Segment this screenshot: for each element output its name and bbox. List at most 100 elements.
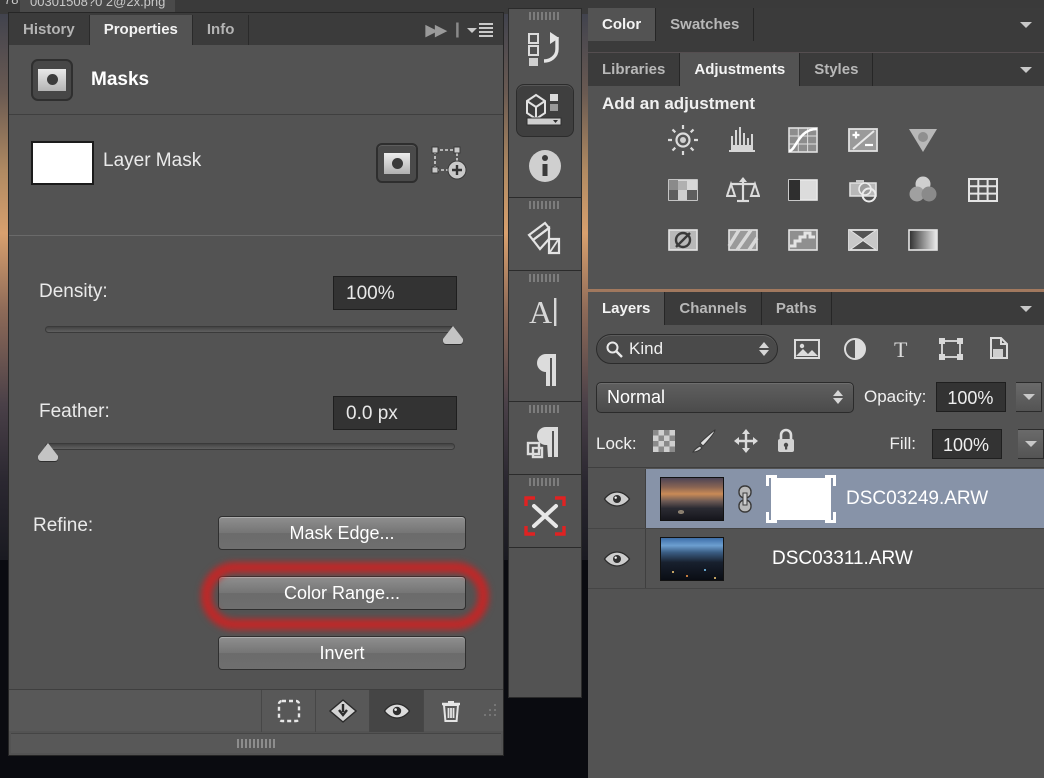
- invert-icon[interactable]: [664, 223, 702, 257]
- history-icon[interactable]: [509, 23, 581, 81]
- adjustments-panel: Libraries Adjustments Styles Add an adju…: [588, 53, 1044, 289]
- annotated-x-icon[interactable]: [509, 489, 581, 547]
- stepper-icon[interactable]: [833, 390, 843, 404]
- feather-slider-thumb[interactable]: [38, 443, 58, 456]
- lock-all-icon[interactable]: [775, 428, 797, 459]
- lock-image-pixels-icon[interactable]: [691, 429, 717, 458]
- density-slider-thumb[interactable]: [443, 326, 463, 339]
- chevron-down-icon[interactable]: [1020, 22, 1032, 28]
- vibrance-icon[interactable]: [904, 123, 942, 157]
- tab-layers[interactable]: Layers: [588, 292, 665, 325]
- link-mask-icon[interactable]: [734, 484, 756, 514]
- mask-edge-button[interactable]: Mask Edge...: [218, 516, 466, 550]
- tab-info[interactable]: Info: [193, 15, 250, 45]
- apply-mask-icon[interactable]: [315, 690, 369, 732]
- vector-mask-add-button[interactable]: [430, 144, 468, 182]
- brightness-contrast-icon[interactable]: [664, 123, 702, 157]
- feather-slider-track[interactable]: [45, 443, 455, 450]
- rail-drag-grip-icon[interactable]: [509, 198, 581, 212]
- pixel-mask-button[interactable]: [376, 143, 418, 183]
- chevron-down-icon[interactable]: [1020, 67, 1032, 73]
- gradient-map-icon[interactable]: [904, 223, 942, 257]
- layer-visibility-toggle[interactable]: [588, 529, 646, 588]
- character-icon[interactable]: A: [509, 285, 581, 343]
- panel-resize-grip[interactable]: [483, 703, 499, 719]
- double-chevron-right-icon[interactable]: ▶▶: [426, 21, 445, 39]
- layer-content[interactable]: DSC03311.ARW: [646, 529, 1044, 588]
- rail-drag-grip-icon[interactable]: [509, 271, 581, 285]
- adjustment-row-2: [664, 173, 1004, 207]
- lock-transparent-pixels-icon[interactable]: [653, 430, 675, 457]
- layer-name[interactable]: DSC03249.ARW: [846, 488, 988, 510]
- layer-thumbnail[interactable]: [660, 477, 724, 521]
- rail-drag-grip-icon[interactable]: [509, 9, 581, 23]
- threshold-icon[interactable]: [784, 223, 822, 257]
- tab-properties[interactable]: Properties: [90, 15, 193, 45]
- fill-value[interactable]: 100%: [932, 429, 1002, 459]
- color-range-button[interactable]: Color Range...: [218, 576, 466, 610]
- layers-list: DSC03249.ARW DSC03311.ARW: [588, 469, 1044, 589]
- panel-menu-icon[interactable]: [467, 23, 493, 37]
- filter-adjustment-layers-icon[interactable]: [836, 333, 874, 365]
- adjustment-icon-grid: [664, 123, 1004, 273]
- invert-button[interactable]: Invert: [218, 636, 466, 670]
- chevron-down-icon[interactable]: [1020, 306, 1032, 312]
- levels-icon[interactable]: [724, 123, 762, 157]
- table-row[interactable]: DSC03311.ARW: [588, 529, 1044, 589]
- opacity-dropdown-icon[interactable]: [1016, 382, 1042, 412]
- tab-swatches[interactable]: Swatches: [656, 8, 754, 41]
- curves-icon[interactable]: [784, 123, 822, 157]
- fill-label: Fill:: [890, 434, 916, 454]
- layer-mask-thumbnail[interactable]: [766, 475, 836, 523]
- mask-thumbnail[interactable]: [31, 141, 94, 185]
- exposure-icon[interactable]: [844, 123, 882, 157]
- paragraph-styles-icon[interactable]: [509, 416, 581, 474]
- density-value[interactable]: 100%: [333, 276, 457, 310]
- tab-styles[interactable]: Styles: [800, 53, 873, 86]
- filter-shape-layers-icon[interactable]: [932, 333, 970, 365]
- filter-type-layers-icon[interactable]: T: [884, 333, 922, 365]
- load-selection-from-mask-icon[interactable]: [261, 690, 315, 732]
- info-icon[interactable]: [509, 139, 581, 197]
- tab-libraries[interactable]: Libraries: [588, 53, 680, 86]
- layer-thumbnail[interactable]: [660, 537, 724, 581]
- hue-saturation-icon[interactable]: [664, 173, 702, 207]
- selective-color-icon[interactable]: [844, 223, 882, 257]
- layer-filter-kind-select[interactable]: Kind: [596, 334, 778, 364]
- properties-masks-icon[interactable]: [509, 81, 581, 139]
- posterize-icon[interactable]: [724, 223, 762, 257]
- tab-history[interactable]: History: [9, 15, 90, 45]
- blend-mode-select[interactable]: Normal: [596, 382, 854, 413]
- eye-icon: [603, 549, 631, 569]
- filter-pixel-layers-icon[interactable]: [788, 333, 826, 365]
- tab-color[interactable]: Color: [588, 8, 656, 41]
- table-row[interactable]: DSC03249.ARW: [588, 469, 1044, 529]
- libraries-icon[interactable]: [509, 212, 581, 270]
- fill-dropdown-icon[interactable]: [1018, 429, 1044, 459]
- tab-adjustments[interactable]: Adjustments: [680, 53, 800, 86]
- layer-name[interactable]: DSC03311.ARW: [772, 548, 913, 570]
- stepper-icon[interactable]: [759, 342, 769, 356]
- color-lookup-icon[interactable]: [964, 173, 1002, 207]
- layer-content[interactable]: DSC03249.ARW: [646, 469, 1044, 528]
- tab-channels[interactable]: Channels: [665, 292, 762, 325]
- feather-value[interactable]: 0.0 px: [333, 396, 457, 430]
- filter-smart-object-icon[interactable]: [980, 333, 1018, 365]
- lock-position-icon[interactable]: [733, 428, 759, 459]
- channel-mixer-icon[interactable]: [904, 173, 942, 207]
- toggle-mask-visibility-icon[interactable]: [369, 690, 423, 732]
- paragraph-icon[interactable]: [509, 343, 581, 401]
- layer-visibility-toggle[interactable]: [588, 469, 646, 528]
- rail-drag-grip-icon[interactable]: [509, 402, 581, 416]
- tab-paths[interactable]: Paths: [762, 292, 832, 325]
- opacity-value[interactable]: 100%: [936, 382, 1006, 412]
- photo-filter-icon[interactable]: [844, 173, 882, 207]
- rail-drag-grip-icon[interactable]: [509, 475, 581, 489]
- pixel-mask-icon: [31, 59, 73, 101]
- density-slider-track[interactable]: [45, 326, 455, 333]
- color-balance-icon[interactable]: [724, 173, 762, 207]
- rail-group-paragraph-styles: [509, 402, 581, 475]
- black-white-icon[interactable]: [784, 173, 822, 207]
- delete-mask-icon[interactable]: [423, 690, 477, 732]
- panel-drag-grip-bar[interactable]: [11, 733, 501, 753]
